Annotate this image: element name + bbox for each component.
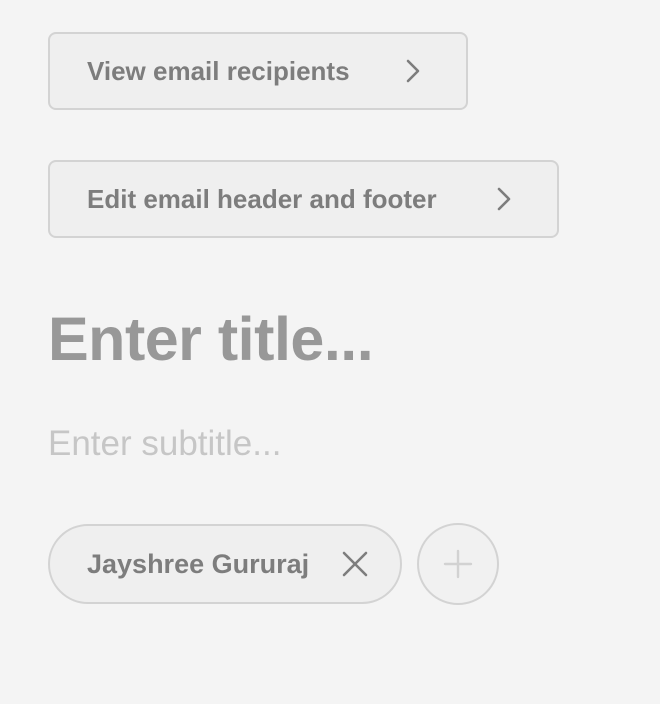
view-email-recipients-label: View email recipients <box>87 55 350 86</box>
chevron-right-icon <box>406 59 420 83</box>
subtitle-input[interactable]: Enter subtitle... <box>48 420 281 468</box>
chevron-right-icon <box>497 187 511 211</box>
plus-icon <box>443 549 473 579</box>
close-icon[interactable] <box>340 549 370 579</box>
edit-email-header-footer-label: Edit email header and footer <box>87 183 437 214</box>
edit-email-header-footer-button[interactable]: Edit email header and footer <box>48 160 559 238</box>
author-chip-name: Jayshree Gururaj <box>87 548 310 579</box>
view-email-recipients-button[interactable]: View email recipients <box>48 32 468 110</box>
email-editor-panel: View email recipients Edit email header … <box>0 0 660 704</box>
add-author-button[interactable] <box>417 523 499 605</box>
title-input[interactable]: Enter title... <box>48 296 374 382</box>
author-chip: Jayshree Gururaj <box>48 524 402 604</box>
